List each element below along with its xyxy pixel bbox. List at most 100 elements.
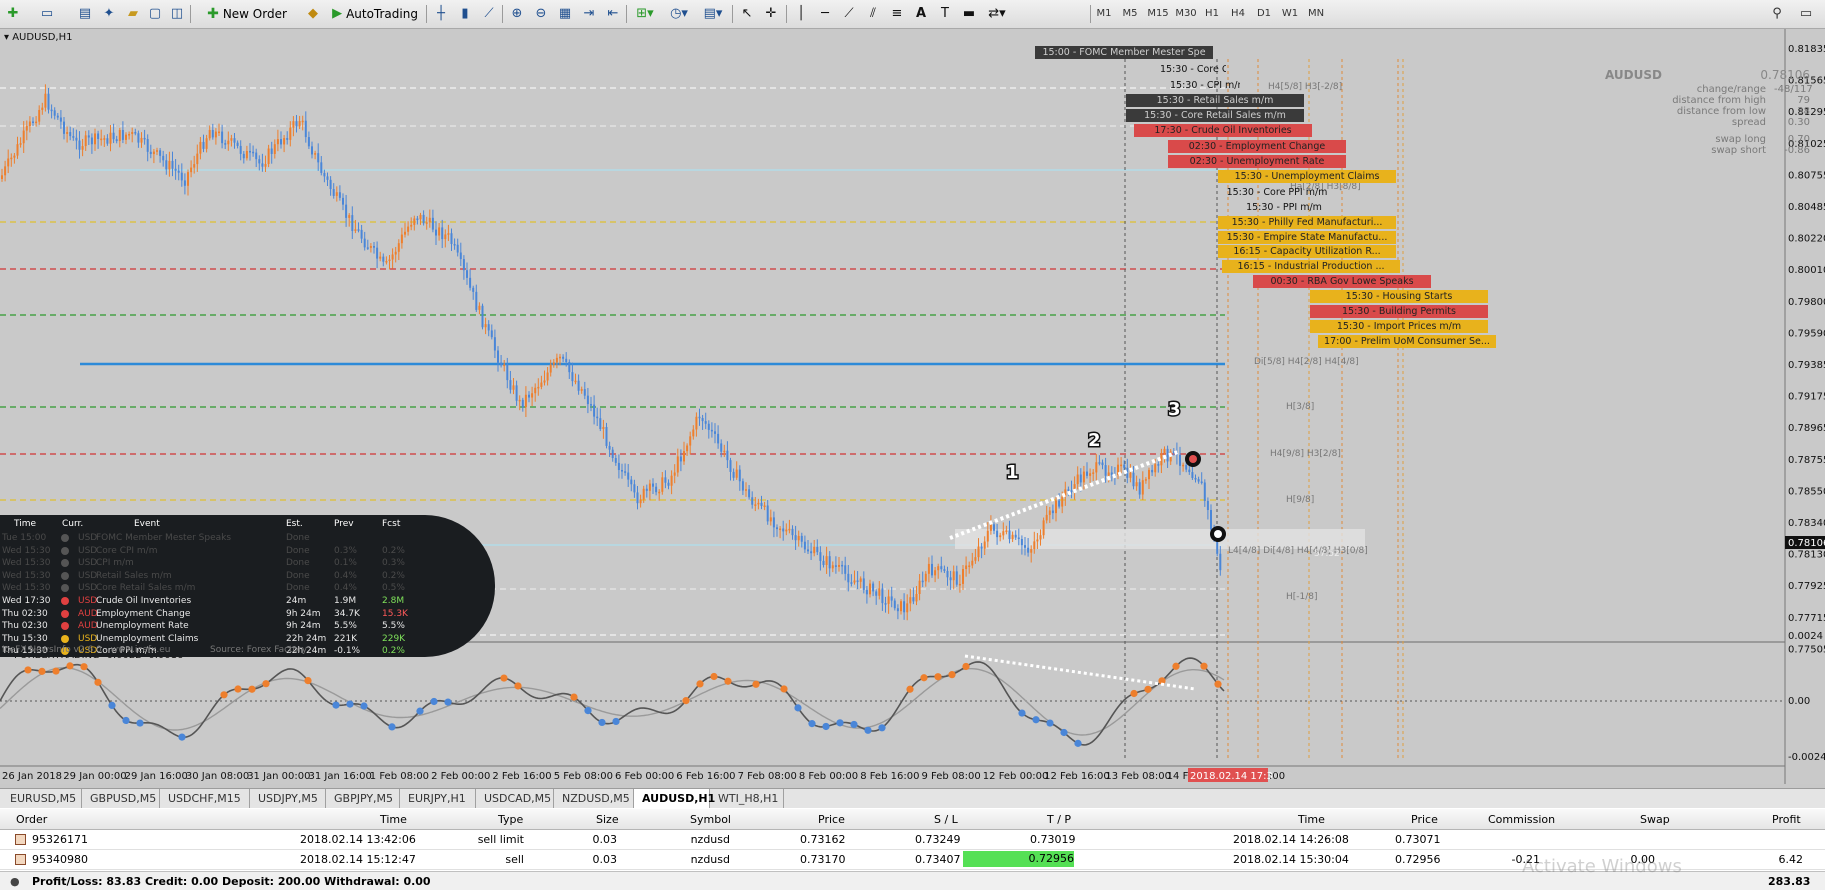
vertical-line-icon[interactable]: │ — [790, 3, 812, 24]
timeframe-w1[interactable]: W1 — [1279, 5, 1301, 22]
col-profit[interactable]: Profit — [1772, 813, 1801, 826]
news-event-bar[interactable]: 17:30 - Crude Oil Inventories — [1134, 124, 1312, 137]
equidistant-channel-icon[interactable]: ⫽ — [862, 3, 884, 24]
chart-tab[interactable]: AUDUSD,H1 — [634, 789, 715, 808]
timeframe-mn[interactable]: MN — [1305, 5, 1327, 22]
news-event-bar[interactable]: 15:30 - Core CPI m/m — [1160, 63, 1226, 76]
news-event-bar[interactable]: 15:30 - Unemployment Claims — [1218, 170, 1396, 183]
new-order-label: New Order — [222, 6, 287, 21]
folder-icon[interactable]: ▰ — [122, 3, 144, 24]
chart-shift-icon[interactable]: ⇤ — [602, 3, 624, 24]
candle — [751, 491, 754, 509]
col-symbol[interactable]: Symbol — [690, 813, 731, 826]
text-icon[interactable]: A — [910, 3, 932, 24]
news-event-bar[interactable]: 15:30 - Empire State Manufactu... — [1218, 231, 1396, 244]
col-price[interactable]: Price — [818, 813, 845, 826]
news-event-bar[interactable]: 02:30 - Employment Change — [1168, 140, 1346, 153]
chart-tab[interactable]: USDJPY,M5 — [250, 789, 326, 808]
news-event-bar[interactable]: 00:30 - RBA Gov Lowe Speaks — [1253, 275, 1431, 288]
order-row[interactable]: 95326171 2018.02.14 13:42:06 sell limit 0.0… — [0, 830, 1825, 850]
timeframe-h4[interactable]: H4 — [1227, 5, 1249, 22]
chart-tab[interactable]: GBPUSD,M5 — [82, 789, 160, 808]
col-swap[interactable]: Swap — [1640, 813, 1670, 826]
timeframe-m5[interactable]: M5 — [1119, 5, 1141, 22]
templates-icon[interactable]: ▤▾ — [698, 3, 728, 24]
candle — [1179, 446, 1181, 476]
indicators-icon[interactable]: ⊞▾ — [630, 3, 660, 24]
news-event-bar[interactable]: 15:30 - CPI m/m — [1170, 79, 1240, 92]
candle — [1206, 497, 1209, 520]
candle — [707, 420, 710, 439]
chart-tab[interactable]: EURJPY,H1 — [400, 789, 476, 808]
col-type[interactable]: Type — [498, 813, 523, 826]
fibonacci-icon[interactable]: ≡ — [886, 3, 908, 24]
news-event-bar[interactable]: 15:30 - Import Prices m/m — [1310, 320, 1488, 333]
chart-window[interactable]: 0.818350.815650.812950.810250.807550.804… — [0, 29, 1825, 784]
zoom-out-icon[interactable]: ⊖ — [530, 3, 552, 24]
news-event-bar[interactable]: 15:30 - PPI m/m — [1234, 201, 1334, 214]
col-size[interactable]: Size — [596, 813, 619, 826]
arrows-icon[interactable]: ▬ — [958, 3, 980, 24]
autoscroll-icon[interactable]: ⇥ — [578, 3, 600, 24]
chat-icon[interactable]: ▭ — [1795, 3, 1817, 24]
market-watch-icon[interactable]: ▤ — [74, 3, 96, 24]
terminal-icon[interactable]: ▢ — [144, 3, 166, 24]
chart-tab[interactable]: USDCHF,M15 — [160, 789, 250, 808]
new-chart-icon[interactable]: ✚ — [2, 3, 24, 24]
autotrading-button[interactable]: ▶ AutoTrading — [328, 3, 422, 24]
news-event-bar[interactable]: 17:00 - Prelim UoM Consumer Se... — [1318, 335, 1496, 348]
candle — [47, 87, 50, 114]
news-event-bar[interactable]: 15:30 - Philly Fed Manufacturi... — [1218, 216, 1396, 229]
timeframe-m15[interactable]: M15 — [1147, 5, 1169, 22]
news-event-bar[interactable]: 16:15 - Capacity Utilization R... — [1218, 245, 1396, 258]
chart-tab[interactable]: USDCAD,M5 — [476, 789, 554, 808]
news-event-bar[interactable]: 15:30 - Retail Sales m/m — [1126, 94, 1304, 107]
candle — [503, 359, 506, 372]
periods-icon[interactable]: ◷▾ — [664, 3, 694, 24]
meta-editor-icon[interactable]: ◆ — [302, 3, 324, 24]
news-event-bar[interactable]: 15:00 - FOMC Member Mester Spe — [1035, 46, 1213, 59]
horizontal-line-icon[interactable]: ─ — [814, 3, 836, 24]
col-commission[interactable]: Commission — [1488, 813, 1555, 826]
news-event-bar[interactable]: 15:30 - Core Retail Sales m/m — [1126, 109, 1304, 122]
strategy-tester-icon[interactable]: ◫ — [166, 3, 188, 24]
zoom-in-icon[interactable]: ⊕ — [506, 3, 528, 24]
col-tp[interactable]: T / P — [1047, 813, 1071, 826]
cursor-icon[interactable]: ↖ — [736, 3, 758, 24]
candle — [1219, 546, 1222, 576]
col-order[interactable]: Order — [16, 813, 47, 826]
col-price2[interactable]: Price — [1411, 813, 1438, 826]
search-icon[interactable]: ⚲ — [1766, 3, 1788, 24]
timeframe-h1[interactable]: H1 — [1201, 5, 1223, 22]
tile-windows-icon[interactable]: ▦ — [554, 3, 576, 24]
timeframe-m30[interactable]: M30 — [1175, 5, 1197, 22]
candlestick-icon[interactable]: ▮ — [454, 3, 476, 24]
timeframe-m1[interactable]: M1 — [1093, 5, 1115, 22]
timeframe-d1[interactable]: D1 — [1253, 5, 1275, 22]
bar-chart-icon[interactable]: ┼ — [430, 3, 452, 24]
news-event-bar[interactable]: 15:30 - Core PPI m/m — [1222, 186, 1332, 199]
time-tick: 6 Feb 16:00 — [676, 771, 735, 782]
col-sl[interactable]: S / L — [934, 813, 958, 826]
price-chart[interactable]: 0.818350.815650.812950.810250.807550.804… — [0, 29, 1825, 784]
chart-tab[interactable]: GBPJPY,M5 — [326, 789, 400, 808]
line-chart-icon[interactable]: ⟋ — [478, 3, 500, 24]
new-order-button[interactable]: ✚ New Order — [194, 3, 300, 24]
chart-tab[interactable]: NZDUSD,M5 — [554, 789, 634, 808]
chart-tab[interactable]: EURUSD,M5 — [2, 789, 82, 808]
trendline-icon[interactable]: ⟋ — [838, 3, 860, 24]
text-label-icon[interactable]: T — [934, 3, 956, 24]
news-event-bar[interactable]: 15:30 - Building Permits — [1310, 305, 1488, 318]
chart-tab[interactable]: WTI_H8,H1 — [710, 789, 784, 808]
col-time2[interactable]: Time — [1298, 813, 1325, 826]
news-event-bar[interactable]: 02:30 - Unemployment Rate — [1168, 155, 1346, 168]
crosshair-icon[interactable]: ✛ — [760, 3, 782, 24]
news-panel-footer-left[interactable]: IceFX NewsInfo v2.6.0 - www.icefx.eu — [2, 644, 170, 656]
shapes-icon[interactable]: ⇄▾ — [982, 3, 1012, 24]
navigator-icon[interactable]: ✦ — [98, 3, 120, 24]
news-event-bar[interactable]: 15:30 - Housing Starts — [1310, 290, 1488, 303]
profiles-icon[interactable]: ▭ — [36, 3, 58, 24]
candle — [912, 587, 915, 605]
col-time[interactable]: Time — [380, 813, 407, 826]
news-event-bar[interactable]: 16:15 - Industrial Production ... — [1222, 260, 1400, 273]
